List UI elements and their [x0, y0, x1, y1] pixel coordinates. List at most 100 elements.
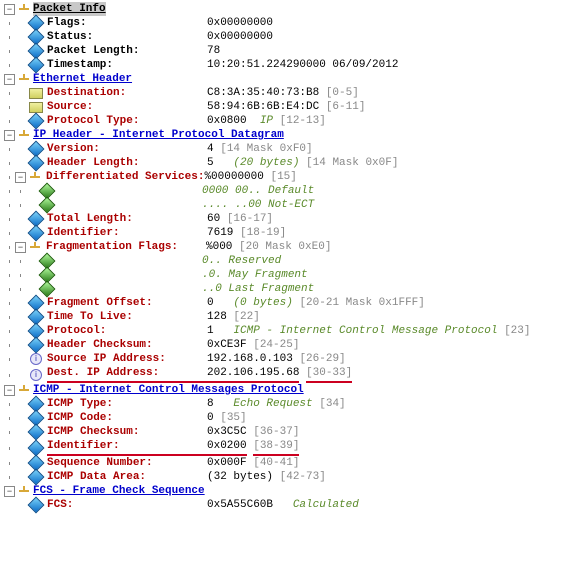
label: Sequence Number: [47, 456, 207, 470]
label: Dest. IP Address: [47, 366, 207, 383]
annotation: [42-73] [280, 470, 326, 484]
collapse-icon[interactable]: − [15, 242, 26, 253]
annotation: [0-5] [326, 86, 359, 100]
field-ip-protocol: Protocol: 1 ICMP - Internet Control Mess… [4, 324, 562, 338]
value: 0x00000000 [207, 30, 273, 44]
card-icon [29, 87, 43, 99]
section-packet-info[interactable]: − Packet Info [4, 2, 562, 16]
bits: .0. [202, 268, 222, 282]
cube-icon [40, 185, 54, 197]
label: ICMP Checksum: [47, 425, 207, 439]
cube-icon [29, 297, 43, 309]
label: Time To Live: [47, 310, 207, 324]
protocol: Calculated [293, 498, 359, 512]
cube-icon [29, 17, 43, 29]
cube-icon [29, 143, 43, 155]
value: 60 [207, 212, 220, 226]
annotation: [38-39] [253, 439, 299, 456]
section-title: ICMP - Internet Control Messages Protoco… [33, 383, 304, 397]
label: Header Checksum: [47, 338, 207, 352]
fork-icon [17, 384, 31, 396]
annotation: [30-33] [306, 366, 352, 383]
field-ip-version: Version: 4 [14 Mask 0xF0] [4, 142, 562, 156]
cube-icon [29, 311, 43, 323]
label: Fragment Offset: [47, 296, 207, 310]
field-eth-dest: Destination: C8:3A:35:40:73:B8 [0-5] [4, 86, 562, 100]
section-fcs[interactable]: − FCS - Frame Check Sequence [4, 484, 562, 498]
value: 10:20:51.224290000 06/09/2012 [207, 58, 398, 72]
comment: (20 bytes) [233, 156, 299, 170]
label: ICMP Data Area: [47, 470, 207, 484]
collapse-icon[interactable]: − [4, 385, 15, 396]
cube-icon [29, 398, 43, 410]
field-icmp-checksum: ICMP Checksum: 0x3C5C [36-37] [4, 425, 562, 439]
value: 192.168.0.103 [207, 352, 293, 366]
cube-icon [29, 499, 43, 511]
field-ip-ds[interactable]: − Differentiated Services: %00000000 [15… [4, 170, 562, 184]
bits: ..0 [202, 282, 222, 296]
value: 78 [207, 44, 220, 58]
comment: (0 bytes) [233, 296, 292, 310]
collapse-icon[interactable]: − [4, 74, 15, 85]
cube-icon [29, 442, 43, 454]
field-icmp-identifier: Identifier: 0x0200 [38-39] [4, 439, 562, 456]
label: Identifier: [47, 439, 207, 456]
value: 1 [207, 324, 214, 338]
protocol: ICMP - Internet Control Message Protocol [233, 324, 497, 338]
label: Differentiated Services: [46, 170, 204, 184]
bits: .... ..00 [202, 198, 261, 212]
section-ethernet[interactable]: − Ethernet Header [4, 72, 562, 86]
section-ip[interactable]: − IP Header - Internet Protocol Datagram [4, 128, 562, 142]
annotation: [16-17] [227, 212, 273, 226]
annotation: [14 Mask 0xF0] [220, 142, 312, 156]
annotation: [18-19] [240, 226, 286, 240]
value: 0xCE3F [207, 338, 247, 352]
collapse-icon[interactable]: − [15, 172, 26, 183]
field-ip-ds-b: .... ..00 Not-ECT [4, 198, 562, 212]
value: 7619 [207, 226, 233, 240]
annotation: [36-37] [253, 425, 299, 439]
card-icon [29, 101, 43, 113]
annotation: [34] [319, 397, 345, 411]
value: 4 [207, 142, 214, 156]
label: ICMP Code: [47, 411, 207, 425]
field-status: Status: 0x00000000 [4, 30, 562, 44]
field-ip-ttl: Time To Live: 128 [22] [4, 310, 562, 324]
field-ip-frag-flags[interactable]: − Fragmentation Flags: %000 [20 Mask 0xE… [4, 240, 562, 254]
field-ip-frag-b: .0. May Fragment [4, 268, 562, 282]
field-ip-src: i Source IP Address: 192.168.0.103 [26-2… [4, 352, 562, 366]
cube-icon [29, 457, 43, 469]
value: 5 [207, 156, 214, 170]
value: %000 [206, 240, 232, 254]
info-icon: i [29, 353, 43, 365]
text: Reserved [228, 254, 281, 268]
section-title: IP Header - Internet Protocol Datagram [33, 128, 284, 142]
label: Packet Length: [47, 44, 207, 58]
label: Fragmentation Flags: [46, 240, 206, 254]
collapse-icon[interactable]: − [4, 486, 15, 497]
field-eth-source: Source: 58:94:6B:6B:E4:DC [6-11] [4, 100, 562, 114]
field-icmp-type: ICMP Type: 8 Echo Request [34] [4, 397, 562, 411]
field-ip-checksum: Header Checksum: 0xCE3F [24-25] [4, 338, 562, 352]
cube-icon [29, 213, 43, 225]
label: Header Length: [47, 156, 207, 170]
field-timestamp: Timestamp: 10:20:51.224290000 06/09/2012 [4, 58, 562, 72]
collapse-icon[interactable]: − [4, 4, 15, 15]
field-fcs: FCS: 0x5A55C60B Calculated [4, 498, 562, 512]
cube-icon [29, 325, 43, 337]
value: 0 [207, 296, 214, 310]
value: 0x5A55C60B [207, 498, 273, 512]
label: Timestamp: [47, 58, 207, 72]
value: 58:94:6B:6B:E4:DC [207, 100, 319, 114]
bits: 0.. [202, 254, 222, 268]
cube-icon [29, 157, 43, 169]
cube-icon [29, 339, 43, 351]
field-ip-frag-a: 0.. Reserved [4, 254, 562, 268]
field-ip-dst: i Dest. IP Address: 202.106.195.68 [30-3… [4, 366, 562, 383]
cube-icon [29, 59, 43, 71]
section-icmp[interactable]: − ICMP - Internet Control Messages Proto… [4, 383, 562, 397]
collapse-icon[interactable]: − [4, 130, 15, 141]
text: Not-ECT [268, 198, 314, 212]
text: May Fragment [228, 268, 307, 282]
field-icmp-seq: Sequence Number: 0x000F [40-41] [4, 456, 562, 470]
